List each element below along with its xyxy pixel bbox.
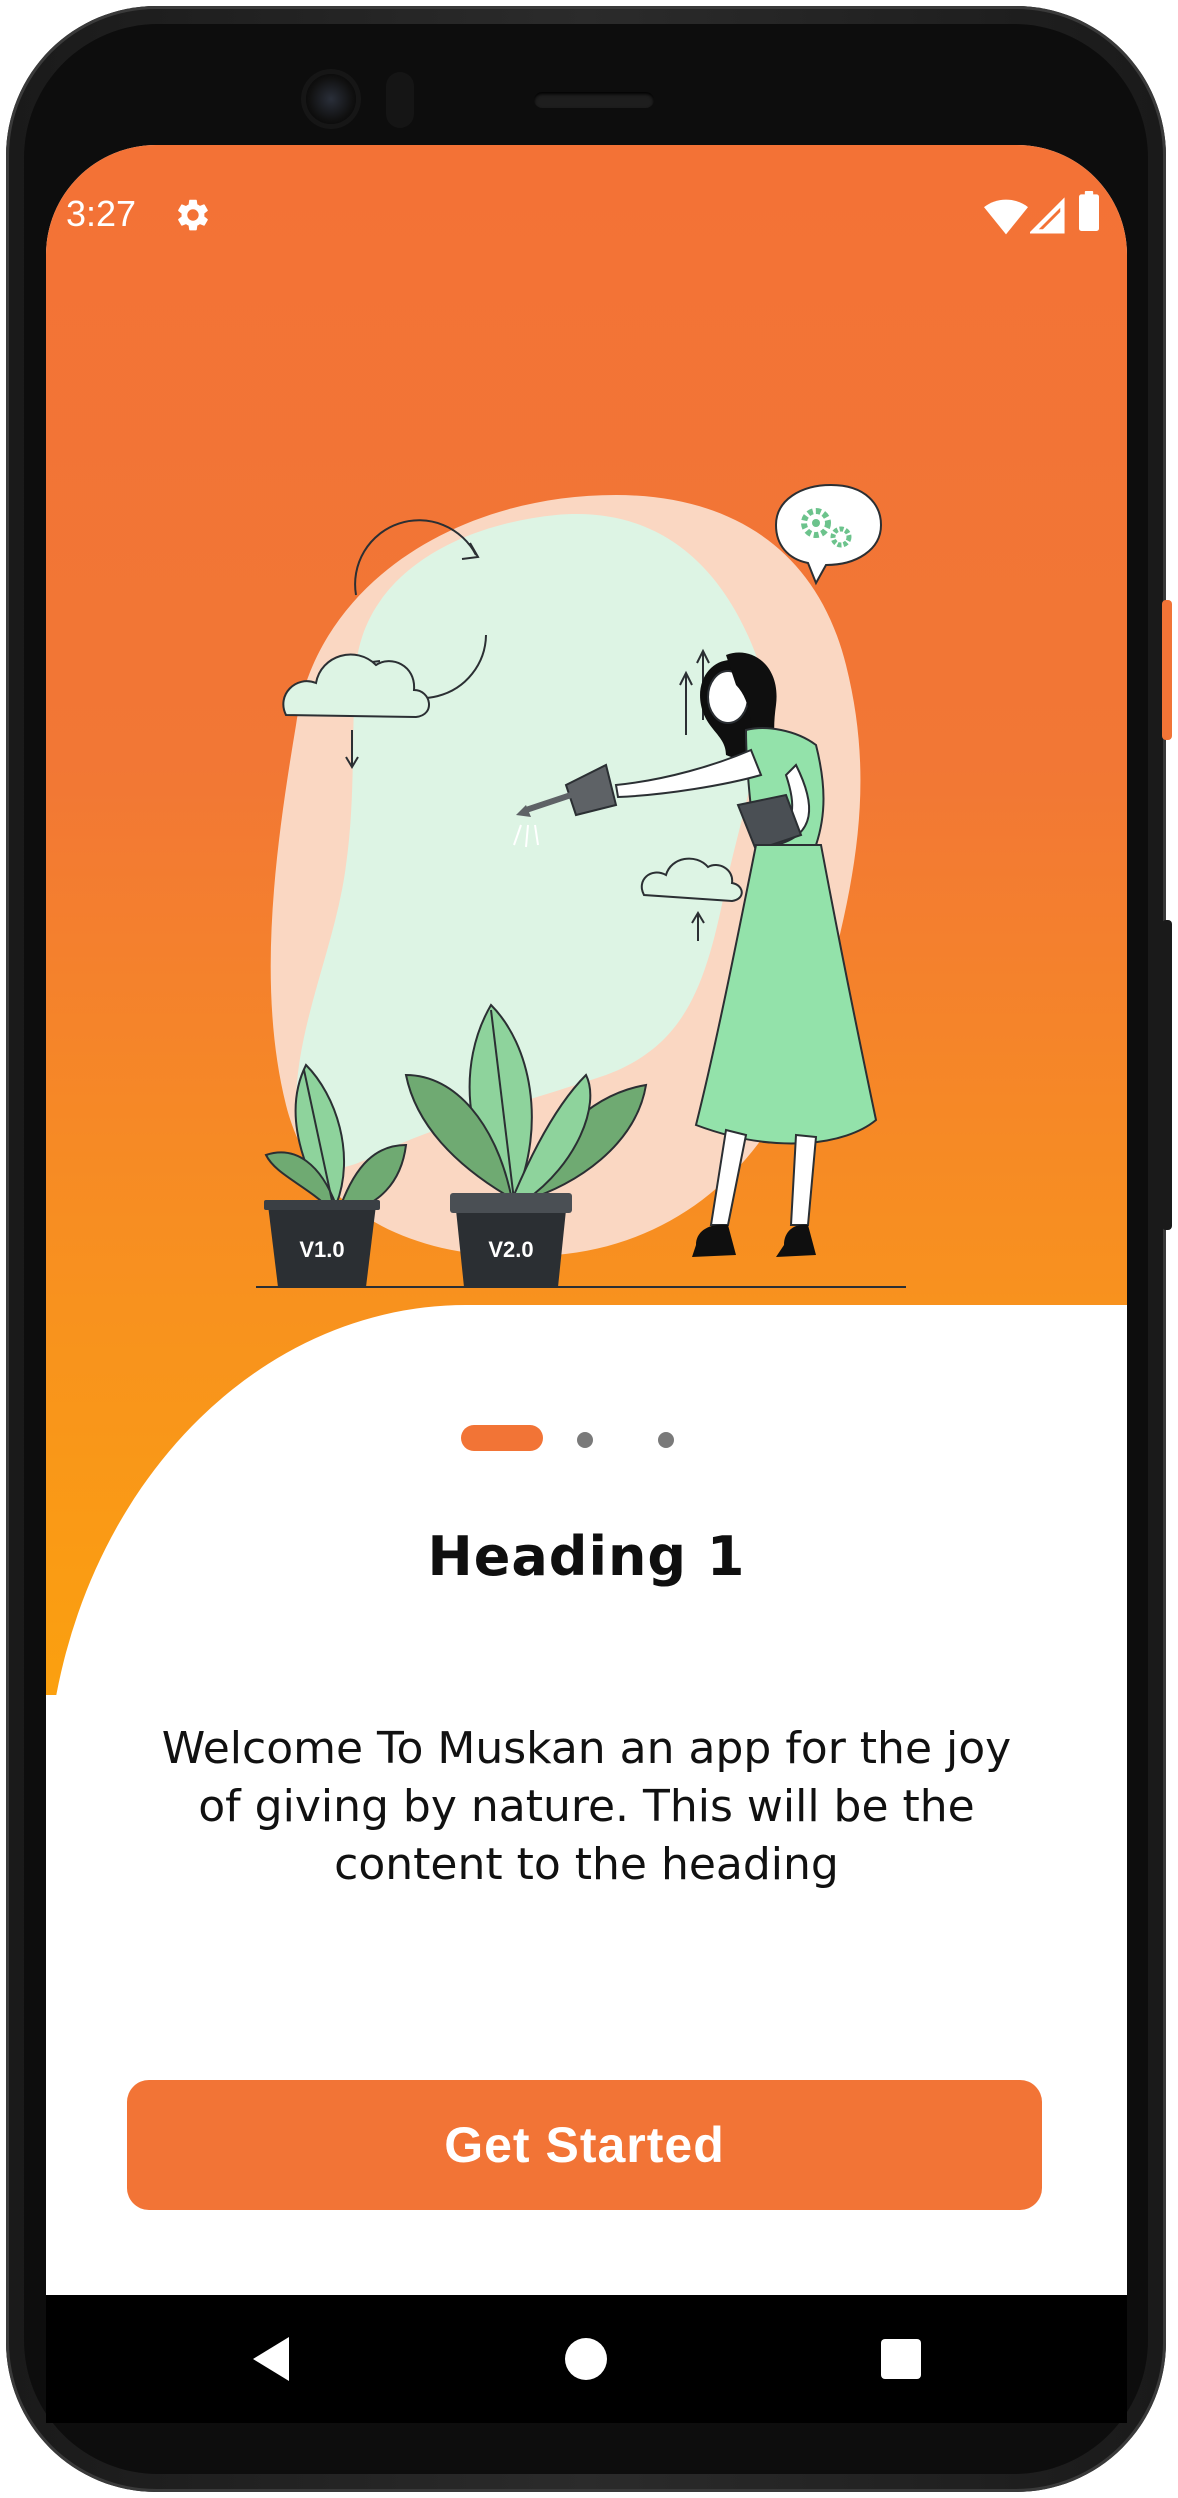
proximity-sensor	[386, 72, 414, 128]
status-bar: 3:27	[46, 145, 1127, 285]
pot-v1: V1.0	[264, 1200, 380, 1287]
navigation-bar	[46, 2295, 1127, 2423]
app-screen: 3:27 V1.0 V2.0 Heading 1 Welcome To Musk…	[46, 145, 1127, 2423]
wifi-icon	[984, 199, 1028, 235]
front-camera	[306, 74, 356, 124]
onboarding-body: Welcome To Muskan an app for the joy of …	[161, 1723, 1012, 1890]
page-dot-active[interactable]	[461, 1425, 543, 1451]
status-time: 3:27	[66, 193, 137, 234]
pot-label-v1: V1.0	[299, 1237, 344, 1262]
nav-recents-button[interactable]	[831, 2295, 971, 2423]
settings-gear-icon	[178, 199, 208, 231]
nav-back-button[interactable]	[201, 2295, 341, 2423]
get-started-button[interactable]: Get Started	[127, 2080, 1042, 2210]
recents-icon	[881, 2339, 921, 2379]
nav-home-button[interactable]	[516, 2295, 656, 2423]
back-icon	[253, 2337, 289, 2381]
page-dot-3[interactable]	[658, 1432, 674, 1448]
earpiece-speaker	[534, 92, 654, 108]
page-indicator	[46, 1423, 1127, 1453]
pot-v2: V2.0	[450, 1193, 572, 1287]
battery-icon	[1079, 191, 1099, 231]
onboarding-heading: Heading 1	[427, 1525, 746, 1588]
home-icon	[565, 2338, 607, 2380]
volume-button	[1162, 600, 1172, 740]
cell-signal-icon	[1030, 197, 1065, 234]
page-dot-2[interactable]	[577, 1432, 593, 1448]
power-button	[1162, 920, 1172, 1230]
onboarding-illustration: V1.0 V2.0	[256, 483, 906, 1288]
pot-label-v2: V2.0	[488, 1237, 533, 1262]
